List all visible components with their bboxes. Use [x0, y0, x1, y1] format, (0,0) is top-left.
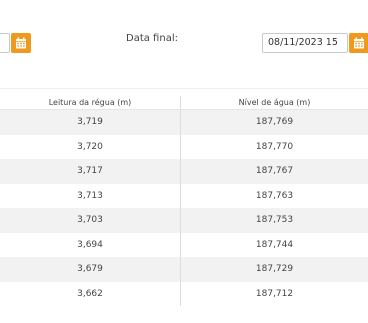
column-header-ruler-reading[interactable]: Leitura da régua (m)	[0, 96, 180, 109]
column-header-water-level[interactable]: Nível de água (m)	[180, 96, 368, 109]
table-header: Leitura da régua (m) Nível de água (m)	[0, 96, 368, 110]
water-level-cell: 187,712	[180, 281, 368, 306]
table-body: 3,719 187,769 3,720 187,770 3,717 187,76…	[0, 110, 368, 306]
ruler-reading-cell: 3,703	[77, 215, 103, 225]
water-level-cell: 187,769	[180, 110, 368, 135]
start-date-input[interactable]	[0, 33, 10, 53]
divider	[0, 88, 368, 89]
table-row: 3,703 187,753	[0, 208, 368, 233]
water-level-cell: 187,763	[180, 183, 368, 208]
ruler-reading-cell: 3,720	[77, 141, 103, 152]
end-date-label: Data final:	[126, 33, 178, 44]
water-level-cell: 187,729	[180, 257, 368, 282]
ruler-reading-cell: 3,694	[77, 239, 103, 250]
start-date-calendar-button[interactable]	[11, 33, 31, 53]
table-row: 3,717 187,767	[0, 159, 368, 184]
table-row: 3,662 187,712	[0, 281, 368, 306]
water-level-cell: 187,744	[180, 232, 368, 257]
ruler-reading-cell: 3,679	[77, 264, 103, 274]
table-row: 3,679 187,729	[0, 257, 368, 282]
end-date-calendar-button[interactable]	[349, 33, 368, 53]
ruler-reading-cell: 3,713	[77, 190, 103, 201]
table-row: 3,719 187,769	[0, 110, 368, 135]
ruler-reading-cell: 3,719	[77, 117, 103, 127]
table-row: 3,720 187,770	[0, 134, 368, 159]
ruler-reading-cell: 3,662	[77, 288, 103, 299]
table-row: 3,694 187,744	[0, 232, 368, 257]
ruler-reading-cell: 3,717	[77, 166, 103, 176]
table-row: 3,713 187,763	[0, 183, 368, 208]
water-level-cell: 187,753	[180, 208, 368, 233]
calendar-icon	[354, 37, 364, 49]
calendar-icon	[16, 37, 26, 49]
water-level-cell: 187,767	[180, 159, 368, 184]
readings-table: Leitura da régua (m) Nível de água (m) 3…	[0, 96, 368, 306]
water-level-cell: 187,770	[180, 134, 368, 159]
end-date-input[interactable]: 08/11/2023 15	[262, 33, 348, 53]
